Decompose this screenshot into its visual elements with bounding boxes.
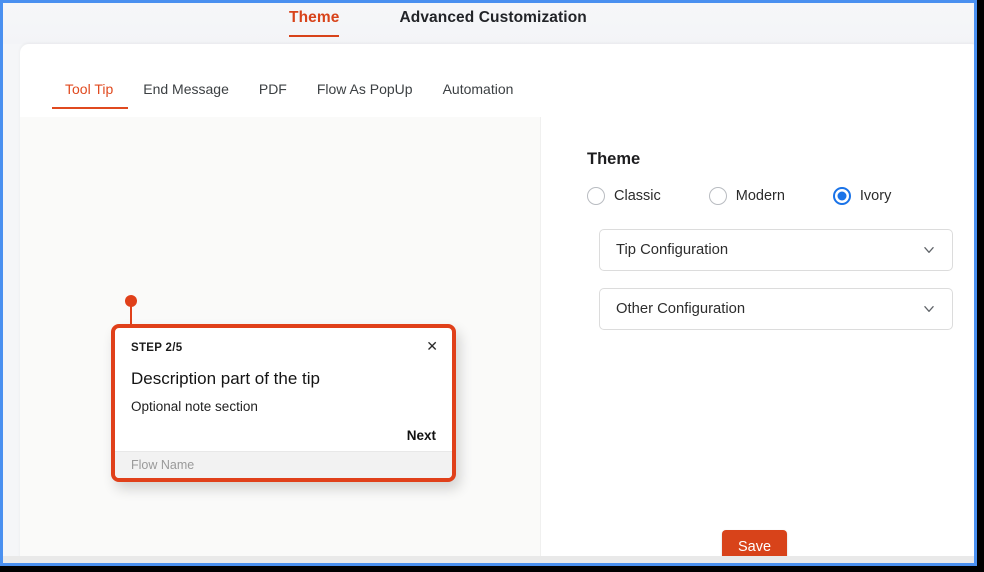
tooltip-footer: Flow Name bbox=[115, 451, 452, 478]
tab-advanced-customization[interactable]: Advanced Customization bbox=[399, 8, 586, 35]
accordion-tip-configuration-label: Tip Configuration bbox=[616, 242, 729, 258]
theme-heading: Theme bbox=[587, 150, 641, 168]
body-split: STEP 2/5 ✕ Description part of the tip O… bbox=[20, 117, 974, 561]
tab-theme[interactable]: Theme bbox=[289, 8, 340, 37]
pin-stem bbox=[130, 305, 132, 326]
close-icon[interactable]: ✕ bbox=[426, 339, 438, 353]
subtab-tool-tip[interactable]: Tool Tip bbox=[52, 80, 129, 109]
radio-option-modern[interactable]: Modern bbox=[708, 187, 785, 205]
subtab-end-message[interactable]: End Message bbox=[128, 80, 244, 107]
tooltip-preview-pane: STEP 2/5 ✕ Description part of the tip O… bbox=[20, 117, 541, 561]
radio-mark-classic bbox=[587, 187, 605, 205]
subtab-flow-as-popup[interactable]: Flow As PopUp bbox=[302, 80, 428, 107]
radio-option-classic[interactable]: Classic bbox=[587, 187, 661, 205]
browser-window: Theme Advanced Customization Tool Tip En… bbox=[0, 0, 984, 572]
accordion-tip-configuration[interactable]: Tip Configuration bbox=[599, 229, 953, 271]
tooltip-body: STEP 2/5 ✕ Description part of the tip O… bbox=[115, 328, 452, 451]
radio-mark-ivory bbox=[832, 187, 851, 205]
top-header: Theme Advanced Customization bbox=[3, 3, 974, 44]
content-card: Tool Tip End Message PDF Flow As PopUp A… bbox=[20, 44, 974, 561]
primary-tab-bar: Theme Advanced Customization bbox=[289, 8, 587, 37]
tooltip-preview-card[interactable]: STEP 2/5 ✕ Description part of the tip O… bbox=[111, 324, 456, 482]
tooltip-next-button[interactable]: Next bbox=[407, 428, 436, 443]
tooltip-flow-name: Flow Name bbox=[131, 458, 195, 472]
subtab-automation[interactable]: Automation bbox=[428, 80, 529, 107]
radio-label-ivory: Ivory bbox=[859, 188, 892, 204]
tooltip-step-label: STEP 2/5 bbox=[131, 342, 183, 354]
accordion-other-configuration-label: Other Configuration bbox=[616, 301, 746, 317]
bottom-strip bbox=[3, 556, 974, 563]
theme-settings-pane: Theme Classic Modern Ivory Tip Configura… bbox=[541, 117, 974, 561]
secondary-tab-bar: Tool Tip End Message PDF Flow As PopUp A… bbox=[52, 80, 528, 109]
page-viewport: Theme Advanced Customization Tool Tip En… bbox=[0, 0, 977, 566]
radio-label-modern: Modern bbox=[735, 188, 785, 204]
tooltip-note: Optional note section bbox=[131, 399, 258, 414]
accordion-other-configuration[interactable]: Other Configuration bbox=[599, 288, 953, 330]
chevron-down-icon bbox=[924, 306, 934, 312]
radio-label-classic: Classic bbox=[614, 188, 661, 204]
chevron-down-icon bbox=[924, 247, 934, 253]
tooltip-title: Description part of the tip bbox=[131, 369, 320, 388]
radio-mark-modern bbox=[708, 187, 727, 205]
subtab-pdf[interactable]: PDF bbox=[244, 80, 302, 107]
radio-option-ivory[interactable]: Ivory bbox=[832, 187, 892, 205]
theme-radio-group: Classic Modern Ivory bbox=[587, 187, 953, 205]
